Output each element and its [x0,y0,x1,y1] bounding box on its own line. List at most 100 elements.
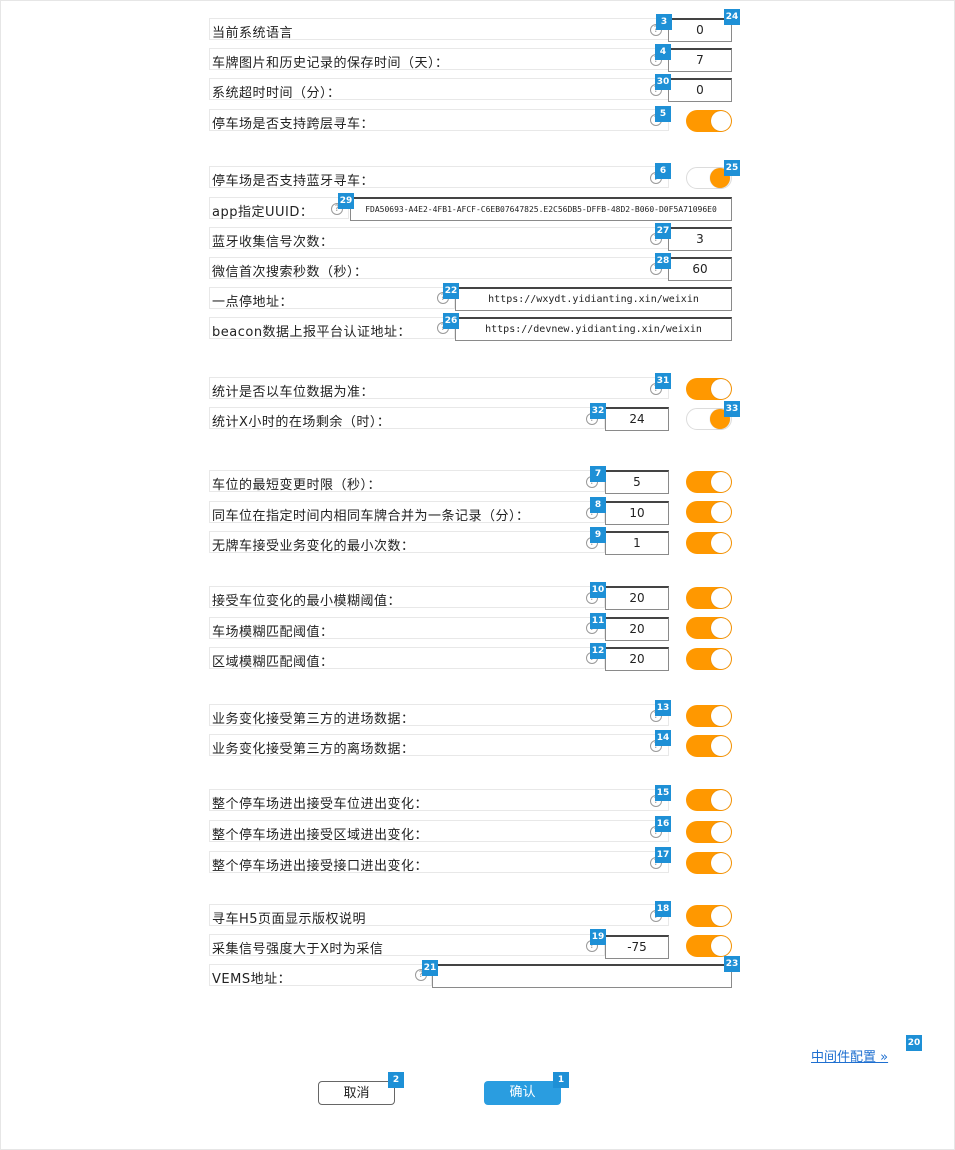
annotation-badge: 13 [655,700,671,716]
toggle-knob [711,706,731,726]
setting-row-area-fuzzy: 区域模糊匹配阈值： [209,647,605,670]
toggle-knob [711,502,731,522]
annotation-badge: 22 [443,283,459,299]
annotation-badge: 25 [724,160,740,176]
area-io-toggle[interactable] [686,821,732,843]
annotation-badge: 4 [655,44,671,60]
setting-label: 整个停车场进出接受区域进出变化： [212,828,429,843]
setting-label: 车牌图片和历史记录的保存时间（天）： [212,56,449,71]
setting-row-ydt-url: 一点停地址： [209,287,455,310]
annotation-badge: 32 [590,403,606,419]
stat-by-space-toggle[interactable] [686,378,732,400]
setting-label: 微信首次搜索秒数（秒）： [212,265,368,280]
merge-toggle[interactable] [686,501,732,523]
toggle-knob [711,379,731,399]
annotation-badge: 33 [724,401,740,417]
toggle-knob [711,790,731,810]
area-fuzzy-toggle[interactable] [686,648,732,670]
setting-label: 车位的最短变更时限（秒）： [212,478,382,493]
cross-floor-toggle[interactable] [686,110,732,132]
space-io-toggle[interactable] [686,789,732,811]
annotation-badge: 15 [655,785,671,801]
setting-row-merge: 同车位在指定时间内相同车牌合并为一条记录（分）： [209,501,605,524]
setting-row-third-out: 业务变化接受第三方的离场数据： [209,734,669,757]
ydt-url-input[interactable]: https://wxydt.yidianting.xin/weixin [455,287,732,311]
beacon-url-input[interactable]: https://devnew.yidianting.xin/weixin [455,317,732,341]
min-change-input[interactable]: 5 [605,470,669,494]
setting-label: 采集信号强度大于X时为采信 [212,942,384,957]
toggle-knob [711,853,731,873]
merge-minutes-input[interactable]: 10 [605,501,669,525]
annotation-badge: 21 [422,960,438,976]
setting-label: 统计X小时的在场剩余（时）： [212,415,391,430]
setting-label: app指定UUID： [212,205,314,220]
toggle-knob [711,936,731,956]
signal-toggle[interactable] [686,935,732,957]
setting-label: 接受车位变化的最小模糊阈值： [212,594,402,609]
annotation-badge: 29 [338,193,354,209]
setting-row-uuid: app指定UUID： [209,197,349,220]
setting-label: 蓝牙收集信号次数： [212,235,334,250]
min-change-toggle[interactable] [686,471,732,493]
lot-fuzzy-input[interactable]: 20 [605,617,669,641]
annotation-badge: 23 [724,956,740,972]
third-out-toggle[interactable] [686,735,732,757]
space-fuzzy-input[interactable]: 20 [605,586,669,610]
setting-row-space-fuzzy: 接受车位变化的最小模糊阈值： [209,586,605,609]
setting-row-beacon-url: beacon数据上报平台认证地址： [209,317,455,340]
annotation-badge: 8 [590,497,606,513]
annotation-badge: 5 [655,106,671,122]
setting-label: 一点停地址： [212,295,294,310]
setting-row-third-in: 业务变化接受第三方的进场数据： [209,704,669,727]
setting-row-timeout: 系统超时时间（分）： [209,78,669,101]
wx-seconds-input[interactable]: 60 [668,257,732,281]
uuid-input[interactable]: FDA50693-A4E2-4FB1-AFCF-C6EB07647825.E2C… [350,197,732,221]
area-fuzzy-input[interactable]: 20 [605,647,669,671]
setting-label: 系统超时时间（分）： [212,86,341,101]
setting-label: beacon数据上报平台认证地址： [212,325,412,340]
annotation-badge: 20 [906,1035,922,1051]
vems-url-input[interactable] [432,964,732,988]
stat-hours-input[interactable]: 24 [605,407,669,431]
setting-row-min-change: 车位的最短变更时限（秒）： [209,470,605,493]
setting-label: 当前系统语言 [212,26,294,41]
unlicensed-min-input[interactable]: 1 [605,531,669,555]
annotation-badge: 3 [656,14,672,30]
copyright-toggle[interactable] [686,905,732,927]
setting-row-bluetooth: 停车场是否支持蓝牙寻车： [209,166,669,189]
annotation-badge: 27 [655,223,671,239]
bt-count-input[interactable]: 3 [668,227,732,251]
setting-label: 区域模糊匹配阈值： [212,655,334,670]
annotation-badge: 30 [655,74,671,90]
setting-row-bt-count: 蓝牙收集信号次数： [209,227,669,250]
toggle-knob [711,588,731,608]
annotation-badge: 18 [655,901,671,917]
annotation-badge: 1 [553,1072,569,1088]
confirm-button[interactable]: 确认 [484,1081,561,1105]
setting-label: 寻车H5页面显示版权说明 [212,912,367,927]
setting-row-wx-seconds: 微信首次搜索秒数（秒）： [209,257,669,280]
iface-io-toggle[interactable] [686,852,732,874]
signal-threshold-input[interactable]: -75 [605,935,669,959]
timeout-input[interactable]: 0 [668,78,732,102]
cancel-button[interactable]: 取消 [318,1081,395,1105]
retention-days-input[interactable]: 7 [668,48,732,72]
unlicensed-toggle[interactable] [686,532,732,554]
setting-row-cross-floor: 停车场是否支持跨层寻车： [209,109,669,132]
space-fuzzy-toggle[interactable] [686,587,732,609]
setting-label: 统计是否以车位数据为准： [212,385,375,400]
middleware-config-link[interactable]: 中间件配置 » [811,1046,888,1065]
third-in-toggle[interactable] [686,705,732,727]
setting-row-unlicensed: 无牌车接受业务变化的最小次数： [209,531,605,554]
setting-label: 同车位在指定时间内相同车牌合并为一条记录（分）： [212,509,530,524]
language-input[interactable]: 0 [668,18,732,42]
annotation-badge: 28 [655,253,671,269]
annotation-badge: 9 [590,527,606,543]
annotation-badge: 19 [590,929,606,945]
setting-row-retention: 车牌图片和历史记录的保存时间（天）： [209,48,669,71]
setting-label: 整个停车场进出接受车位进出变化： [212,797,429,812]
setting-label: 整个停车场进出接受接口进出变化： [212,859,429,874]
annotation-badge: 26 [443,313,459,329]
lot-fuzzy-toggle[interactable] [686,617,732,639]
annotation-badge: 24 [724,9,740,25]
